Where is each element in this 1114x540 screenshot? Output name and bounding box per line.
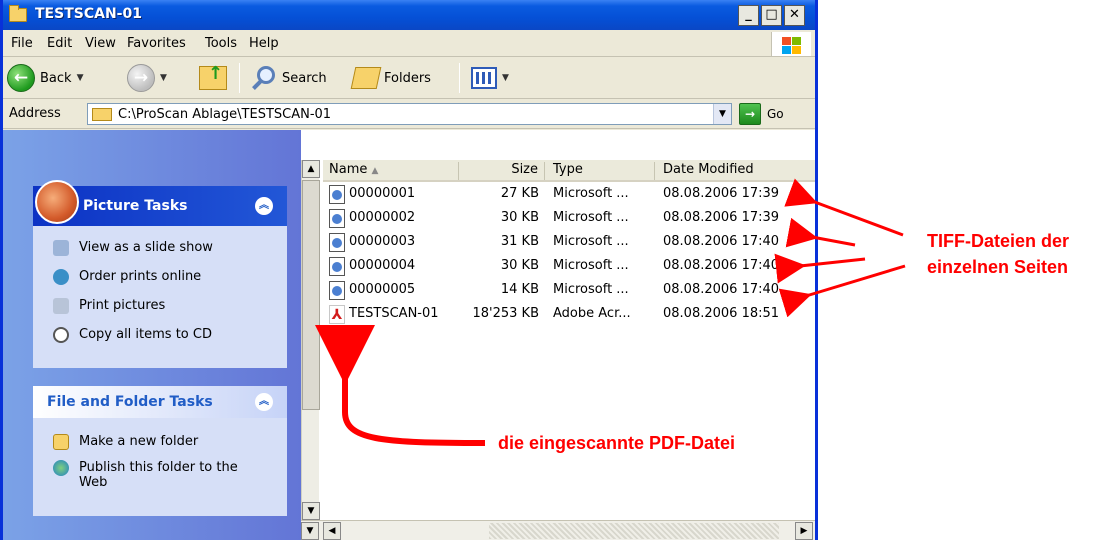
arrow-line bbox=[784, 178, 904, 237]
arrow-line bbox=[774, 253, 866, 284]
arrow-line bbox=[315, 325, 486, 446]
annotation-tiff-line2: einzelnen Seiten bbox=[927, 257, 1069, 277]
annotation-pdf: die eingescannte PDF-Datei bbox=[498, 433, 736, 453]
annotation-tiff: TIFF-Dateien der einzelnen Seiten bbox=[927, 228, 1069, 280]
arrow-line bbox=[785, 217, 856, 248]
annotation-tiff-line1: TIFF-Dateien der bbox=[927, 231, 1070, 251]
arrow-line bbox=[778, 264, 906, 318]
